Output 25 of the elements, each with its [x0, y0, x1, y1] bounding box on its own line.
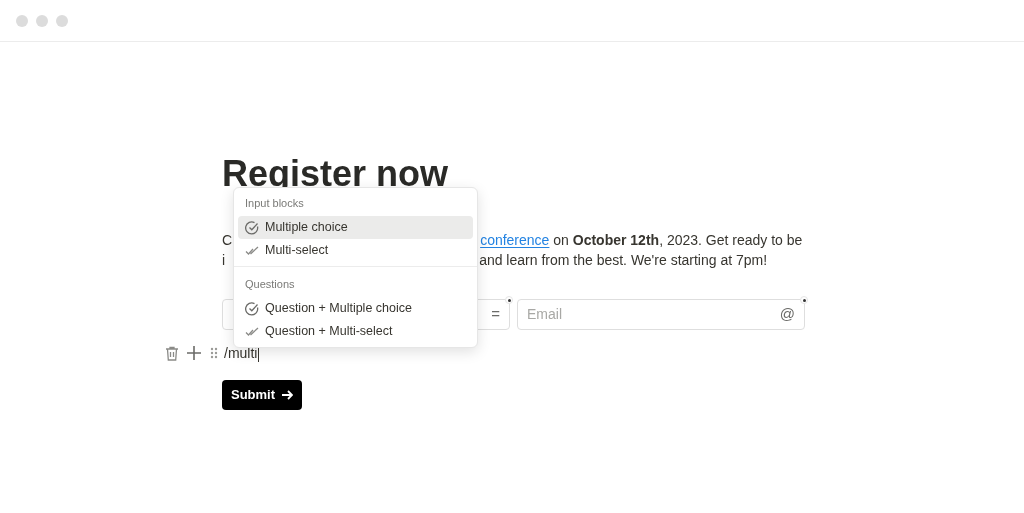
conference-link[interactable]: conference	[480, 232, 550, 248]
menu-section-heading: Input blocks	[244, 195, 305, 211]
window-control[interactable]	[56, 14, 68, 27]
page-title: Register now	[222, 152, 449, 196]
paragraph-fragment: conference on October 12th, 2023. Get ready to be	[480, 231, 803, 250]
window-control[interactable]	[36, 14, 48, 27]
paragraph-fragment: and learn from the best. We're starting at 7pm!	[479, 251, 768, 270]
check-circle-icon	[245, 301, 259, 316]
double-check-icon	[245, 326, 259, 337]
input-field[interactable]: Email @	[517, 299, 805, 330]
trash-icon[interactable]	[165, 345, 179, 361]
check-circle-icon	[245, 220, 259, 235]
submit-button[interactable]: Submit	[222, 380, 303, 410]
paragraph-fragment: C	[222, 231, 233, 250]
menu-item[interactable]: Multiple choice	[238, 216, 473, 239]
plus-icon[interactable]	[187, 346, 201, 360]
arrow-icon	[282, 390, 294, 400]
field-placeholder: Email	[527, 305, 563, 324]
menu-section-heading: Questions	[244, 276, 296, 292]
drag-handle-icon[interactable]	[210, 347, 218, 359]
window-control[interactable]	[16, 14, 28, 27]
field-icon: =	[491, 303, 500, 326]
paragraph-fragment: i	[222, 251, 226, 270]
field-icon: @	[779, 303, 795, 326]
double-check-icon	[245, 245, 259, 256]
